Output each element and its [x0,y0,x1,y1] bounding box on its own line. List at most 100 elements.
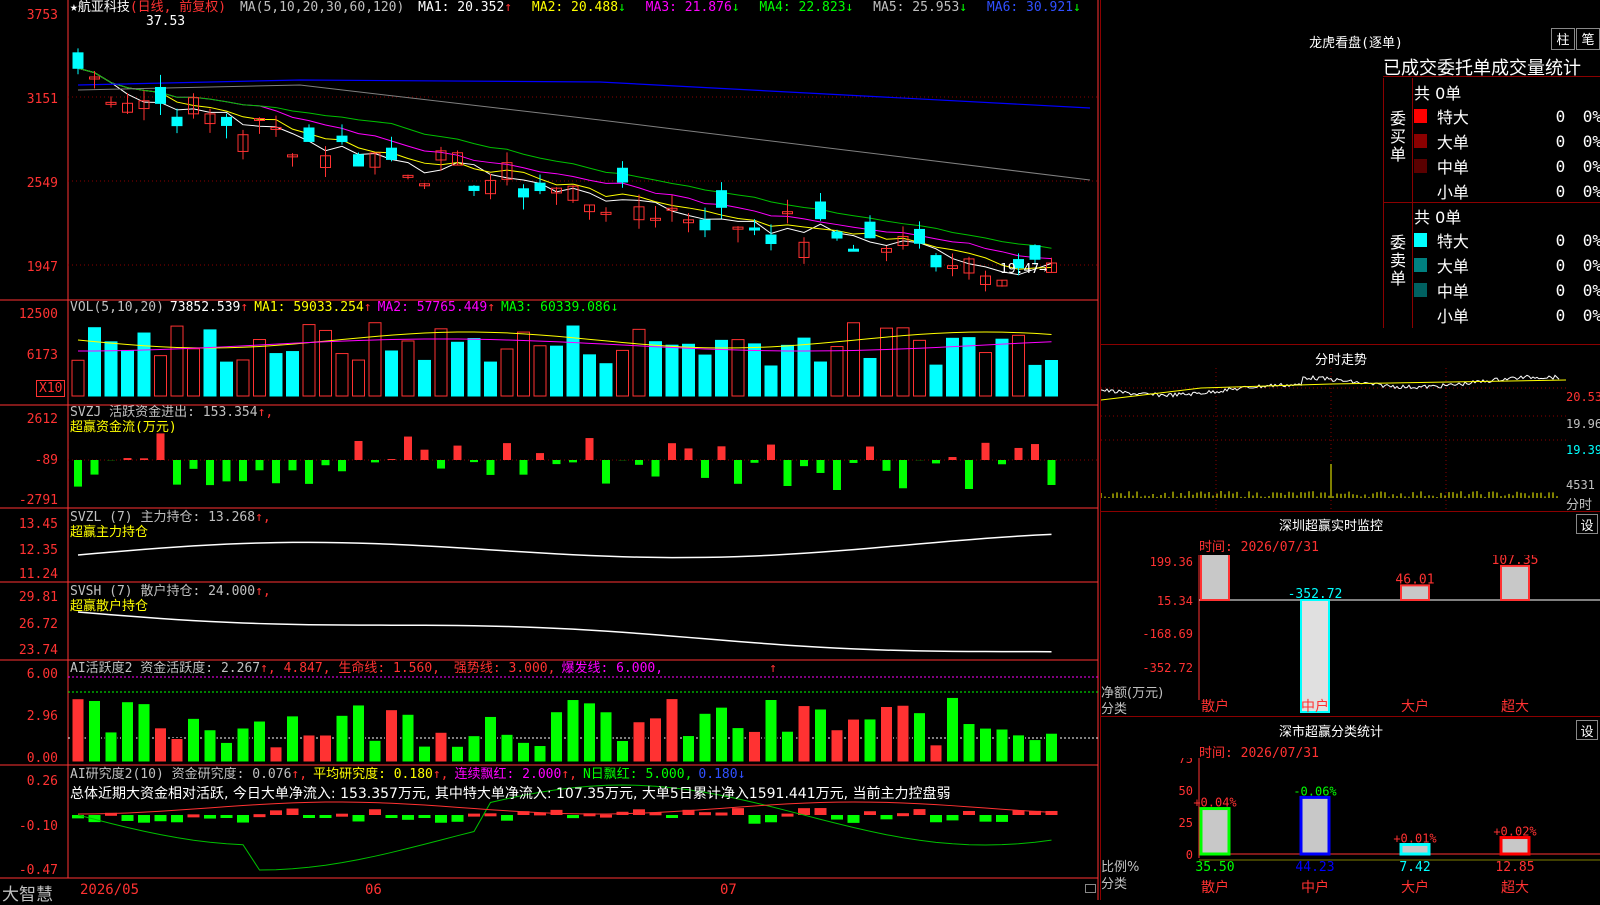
row-pct: 0% [1565,132,1600,151]
lhb-row: 中单00% [1414,278,1600,302]
volume-bar [254,340,266,396]
activity-bar [815,709,827,762]
buy-label: 委买单 [1390,110,1408,164]
lock-icon[interactable] [1085,884,1096,893]
research-bar [980,815,992,822]
research-bar [303,815,315,818]
classify-y-tick: 75 [1179,758,1193,766]
research-bar [963,811,975,815]
activity-bar [435,732,447,762]
activity-bar [881,707,893,762]
flow-bar [850,460,858,463]
period-label[interactable]: (日线, 前复权) [130,0,226,15]
classify-y-tick: 50 [1179,784,1193,798]
monitor-bar [1401,585,1429,600]
research-bar [221,815,233,818]
classify-value: 35.50 [1195,860,1234,875]
ma-line [78,68,1052,274]
volume-bar [683,344,695,396]
ma5-value: MA5: 25.953↓ [873,0,973,15]
volume-bar [716,340,728,396]
volume-bar [897,328,909,396]
x-label: 06 [365,882,382,898]
row-pct: 0% [1565,107,1600,126]
candle [865,222,875,238]
ai1-header: AI活跃度2 资金活跃度: 2.267↑, 4.847, 生命线: 1.560,… [70,661,783,676]
price-line [1101,375,1559,396]
lhb-table: 委买单 委卖单 共 0单 共 0单 特大00%大单00%中单00%小单00% 特… [1383,78,1600,328]
volume-bar [452,342,464,396]
flow-bar [899,460,907,488]
volume-bar [485,362,497,396]
ma-line [78,80,1090,108]
volume-bar [287,352,299,396]
classify-settings-button[interactable]: 设 [1576,720,1598,740]
ai1-y-tick: 2.96 [0,709,58,724]
flow-bar [388,459,396,460]
flow-bar [1031,444,1039,460]
vol-unit-badge[interactable]: X10 [36,380,65,397]
activity-bar [336,715,348,762]
flow-bar [305,460,313,484]
classify-value: 12.85 [1495,860,1534,875]
activity-bar [89,700,101,762]
flow-bar [421,450,429,460]
ai2-summary: 总体近期大资金相对活跃, 今日大单净流入: 153.357万元, 其中特大单净流… [70,787,951,802]
row-name: 特大 [1437,228,1520,252]
research-bar [353,815,365,821]
stock-title[interactable]: ★航亚科技 [70,0,130,15]
intraday-chart[interactable] [1101,368,1571,510]
research-bar [452,815,464,822]
volume-bar [864,358,876,396]
ma-name: MA(5,10,20,30,60,120) [240,0,404,15]
svzj-y-tick: -89 [0,453,58,468]
bar-mode-button[interactable]: 柱 [1551,28,1575,50]
row-name: 特大 [1437,104,1520,128]
volume-bar [584,355,596,396]
tick-mode-button[interactable]: 笔 [1576,28,1600,50]
flow-bar [470,460,478,462]
flow-bar [1015,448,1023,460]
research-bar [815,808,827,815]
svzj-y-tick: -2791 [0,493,58,508]
color-swatch [1414,134,1427,148]
row-volume: 0 [1519,107,1565,126]
activity-bar [666,699,678,762]
research-bar [716,813,728,816]
classify-y-tick: 25 [1179,816,1193,830]
flow-bar [586,438,594,460]
research-bar [237,815,249,823]
flow-bar [503,443,511,460]
monitor-settings-button[interactable]: 设 [1576,514,1598,534]
activity-bar [1013,735,1025,762]
activity-bar [353,705,365,762]
candle [1030,246,1040,260]
candle [816,202,826,219]
activity-bar [963,724,975,762]
svsh-y-tick: 23.74 [0,643,58,658]
svzj-header: SVZJ 活跃资金进出: 153.354↑, [70,405,279,420]
activity-bar [369,740,381,762]
volume-bar [798,338,810,396]
svsh-y-tick: 29.81 [0,590,58,605]
volume-bar [534,346,546,396]
volume-bar [369,323,381,396]
monitor-bar [1301,600,1329,712]
volume-bar [765,366,777,396]
classify-bar [1401,845,1429,854]
activity-bar [864,719,876,762]
activity-bar [270,747,282,762]
volume-bar [303,325,315,396]
research-bar [551,810,563,815]
classify-bar [1201,809,1229,854]
research-bar [402,815,414,820]
monitor-cat: 散户 [1201,698,1229,715]
activity-bar [584,703,596,762]
x-label: 2026/05 [80,882,139,898]
chart-canvas[interactable] [0,0,1100,900]
volume-bar [1029,365,1041,396]
activity-bar [171,738,183,762]
volume-bar [980,353,992,396]
flow-bar [239,460,247,481]
candle [73,53,83,68]
